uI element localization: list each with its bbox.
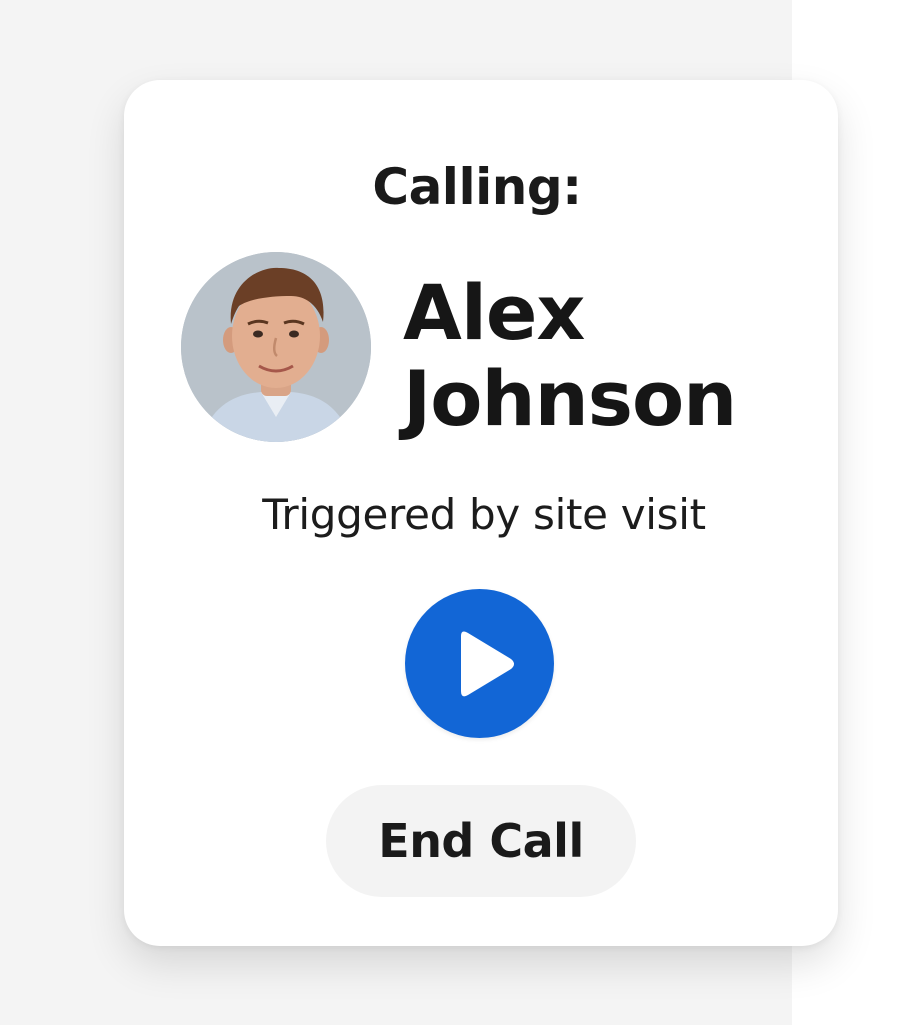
caller-name: Alex Johnson	[403, 270, 823, 442]
caller-avatar	[181, 252, 371, 442]
caller-avatar-image	[181, 252, 371, 442]
end-call-button[interactable]: End Call	[326, 785, 636, 897]
trigger-reason: Triggered by site visit	[262, 490, 706, 539]
caller-first-name: Alex	[403, 268, 585, 357]
calling-label: Calling:	[372, 158, 582, 216]
play-icon	[461, 631, 514, 697]
play-button[interactable]	[405, 589, 554, 738]
caller-last-name: Johnson	[403, 354, 737, 443]
